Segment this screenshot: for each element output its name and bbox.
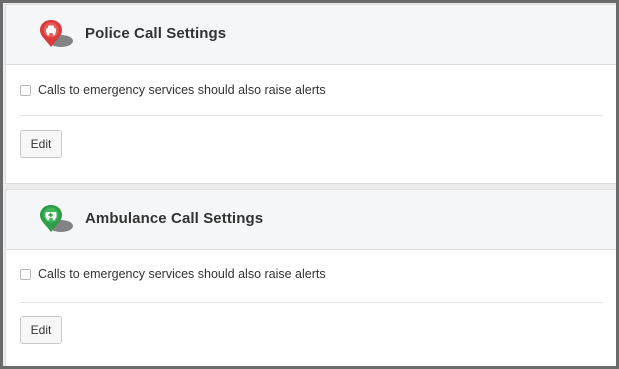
raise-alerts-checkbox[interactable] [20,268,31,280]
raise-alerts-checkbox[interactable] [20,84,31,96]
divider [20,302,603,303]
ambulance-pin-icon [37,204,77,238]
panel-header: Police Call Settings [6,5,616,65]
divider [20,115,603,116]
raise-alerts-label: Calls to emergency services should also … [38,83,326,97]
raise-alerts-option[interactable]: Calls to emergency services should also … [20,83,326,97]
police-call-settings-panel: Police Call Settings Calls to emergency … [5,4,616,184]
edit-button[interactable]: Edit [20,130,62,158]
panel-header: Ambulance Call Settings [6,190,616,250]
panel-title: Ambulance Call Settings [85,210,264,227]
settings-window: Police Call Settings Calls to emergency … [0,0,619,369]
police-car-pin-icon [37,19,77,53]
ambulance-call-settings-panel: Ambulance Call Settings Calls to emergen… [5,189,616,366]
raise-alerts-label: Calls to emergency services should also … [38,267,326,281]
panel-title: Police Call Settings [85,25,227,42]
raise-alerts-option[interactable]: Calls to emergency services should also … [20,267,326,281]
edit-button[interactable]: Edit [20,316,62,344]
